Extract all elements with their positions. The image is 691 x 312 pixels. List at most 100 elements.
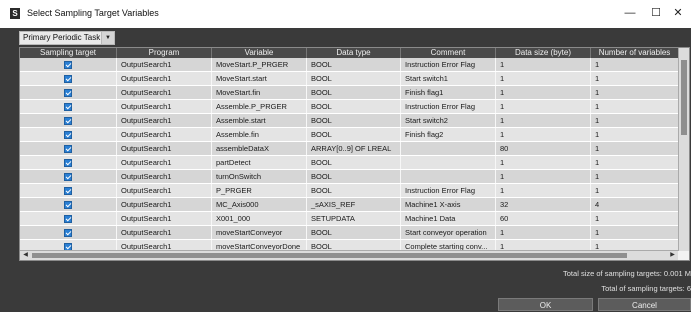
table-row[interactable]: OutputSearch1 MC_Axis000 _sAXIS_REF Machine… xyxy=(20,198,678,212)
sampling-target-checkbox[interactable] xyxy=(64,173,72,181)
cell-variable[interactable]: X001_000 xyxy=(211,212,306,225)
sampling-target-checkbox[interactable] xyxy=(64,61,72,69)
cancel-button[interactable]: Cancel xyxy=(598,298,691,311)
cell-program[interactable]: OutputSearch1 xyxy=(116,142,211,155)
cell-comment[interactable]: Finish flag2 xyxy=(400,128,495,141)
table-row[interactable]: OutputSearch1 X001_000 SETUPDATA Machine1 D… xyxy=(20,212,678,226)
cell-number-of-variables[interactable]: 1 xyxy=(590,184,678,197)
table-row[interactable]: OutputSearch1 turnOnSwitch BOOL 1 1 xyxy=(20,170,678,184)
cell-variable[interactable]: MoveStart.P_PRGER xyxy=(211,58,306,71)
cell-number-of-variables[interactable]: 1 xyxy=(590,72,678,85)
chevron-down-icon[interactable]: ▼ xyxy=(101,32,114,44)
cell-program[interactable]: OutputSearch1 xyxy=(116,170,211,183)
vertical-scroll-thumb[interactable] xyxy=(681,60,687,135)
cell-variable[interactable]: MoveStart.fin xyxy=(211,86,306,99)
sampling-target-checkbox[interactable] xyxy=(64,131,72,139)
cell-number-of-variables[interactable]: 1 xyxy=(590,142,678,155)
cell-variable[interactable]: partDetect xyxy=(211,156,306,169)
cell-comment[interactable]: Instruction Error Flag xyxy=(400,100,495,113)
cell-variable[interactable]: turnOnSwitch xyxy=(211,170,306,183)
cell-comment[interactable]: Instruction Error Flag xyxy=(400,58,495,71)
table-row[interactable]: OutputSearch1 moveStartConveyor BOOL Start … xyxy=(20,226,678,240)
sampling-target-checkbox[interactable] xyxy=(64,187,72,195)
header-col-sampling-target[interactable]: Sampling target xyxy=(20,48,116,58)
header-col-program[interactable]: Program xyxy=(116,48,211,58)
table-row[interactable]: OutputSearch1 P_PRGER BOOL Instruction Erro… xyxy=(20,184,678,198)
table-row[interactable]: OutputSearch1 MoveStart.fin BOOL Finish fla… xyxy=(20,86,678,100)
cell-data-type[interactable]: BOOL xyxy=(306,156,400,169)
cell-data-size[interactable]: 1 xyxy=(495,184,590,197)
cell-data-type[interactable]: BOOL xyxy=(306,86,400,99)
cell-data-type[interactable]: BOOL xyxy=(306,58,400,71)
cell-variable[interactable]: moveStartConveyor xyxy=(211,226,306,239)
cell-program[interactable]: OutputSearch1 xyxy=(116,86,211,99)
table-row[interactable]: OutputSearch1 Assemble.fin BOOL Finish flag… xyxy=(20,128,678,142)
vertical-scrollbar[interactable] xyxy=(678,48,689,251)
table-row[interactable]: OutputSearch1 Assemble.P_PRGER BOOL Instruc… xyxy=(20,100,678,114)
sampling-target-checkbox[interactable] xyxy=(64,159,72,167)
cell-number-of-variables[interactable]: 4 xyxy=(590,198,678,211)
table-row[interactable]: OutputSearch1 assembleDataX ARRAY[0..9] OF… xyxy=(20,142,678,156)
cell-data-size[interactable]: 1 xyxy=(495,156,590,169)
cell-data-type[interactable]: SETUPDATA xyxy=(306,212,400,225)
cell-data-size[interactable]: 1 xyxy=(495,128,590,141)
cell-number-of-variables[interactable]: 1 xyxy=(590,128,678,141)
ok-button[interactable]: OK xyxy=(498,298,593,311)
scroll-left-icon[interactable]: ◀ xyxy=(21,251,30,260)
cell-variable[interactable]: MoveStart.start xyxy=(211,72,306,85)
sampling-target-checkbox[interactable] xyxy=(64,75,72,83)
sampling-target-checkbox[interactable] xyxy=(64,145,72,153)
cell-data-type[interactable]: BOOL xyxy=(306,184,400,197)
header-col-number-of-variables[interactable]: Number of variables xyxy=(590,48,678,58)
cell-number-of-variables[interactable]: 1 xyxy=(590,226,678,239)
cell-data-type[interactable]: BOOL xyxy=(306,114,400,127)
cell-number-of-variables[interactable]: 1 xyxy=(590,86,678,99)
cell-data-type[interactable]: BOOL xyxy=(306,72,400,85)
close-button[interactable]: ✕ xyxy=(665,4,691,22)
cell-data-size[interactable]: 1 xyxy=(495,58,590,71)
header-col-variable[interactable]: Variable xyxy=(211,48,306,58)
cell-comment[interactable]: Machine1 X-axis xyxy=(400,198,495,211)
cell-data-type[interactable]: BOOL xyxy=(306,128,400,141)
cell-variable[interactable]: assembleDataX xyxy=(211,142,306,155)
table-row[interactable]: OutputSearch1 MoveStart.start BOOL Start sw… xyxy=(20,72,678,86)
cell-data-type[interactable]: BOOL xyxy=(306,170,400,183)
cell-program[interactable]: OutputSearch1 xyxy=(116,212,211,225)
cell-comment[interactable]: Machine1 Data xyxy=(400,212,495,225)
cell-number-of-variables[interactable]: 1 xyxy=(590,212,678,225)
cell-program[interactable]: OutputSearch1 xyxy=(116,58,211,71)
minimize-button[interactable]: — xyxy=(617,4,643,22)
table-row[interactable]: OutputSearch1 Assemble.start BOOL Start swi… xyxy=(20,114,678,128)
sampling-target-checkbox[interactable] xyxy=(64,229,72,237)
cell-variable[interactable]: Assemble.fin xyxy=(211,128,306,141)
cell-comment[interactable]: Start switch2 xyxy=(400,114,495,127)
cell-comment[interactable] xyxy=(400,170,495,183)
cell-data-size[interactable]: 1 xyxy=(495,86,590,99)
cell-variable[interactable]: Assemble.P_PRGER xyxy=(211,100,306,113)
cell-data-size[interactable]: 60 xyxy=(495,212,590,225)
task-selector[interactable]: Primary Periodic Task ▼ xyxy=(19,31,115,45)
cell-data-size[interactable]: 1 xyxy=(495,226,590,239)
sampling-target-checkbox[interactable] xyxy=(64,201,72,209)
cell-data-size[interactable]: 1 xyxy=(495,100,590,113)
table-row[interactable]: OutputSearch1 partDetect BOOL 1 1 xyxy=(20,156,678,170)
cell-data-type[interactable]: BOOL xyxy=(306,100,400,113)
sampling-target-checkbox[interactable] xyxy=(64,117,72,125)
cell-program[interactable]: OutputSearch1 xyxy=(116,114,211,127)
cell-comment[interactable]: Start switch1 xyxy=(400,72,495,85)
header-col-comment[interactable]: Comment xyxy=(400,48,495,58)
cell-data-type[interactable]: ARRAY[0..9] OF LREAL xyxy=(306,142,400,155)
cell-program[interactable]: OutputSearch1 xyxy=(116,226,211,239)
sampling-target-checkbox[interactable] xyxy=(64,89,72,97)
cell-data-size[interactable]: 32 xyxy=(495,198,590,211)
cell-program[interactable]: OutputSearch1 xyxy=(116,184,211,197)
cell-number-of-variables[interactable]: 1 xyxy=(590,100,678,113)
table-row[interactable]: OutputSearch1 MoveStart.P_PRGER BOOL Instru… xyxy=(20,58,678,72)
cell-program[interactable]: OutputSearch1 xyxy=(116,72,211,85)
cell-data-size[interactable]: 1 xyxy=(495,114,590,127)
cell-program[interactable]: OutputSearch1 xyxy=(116,156,211,169)
cell-program[interactable]: OutputSearch1 xyxy=(116,198,211,211)
cell-data-size[interactable]: 1 xyxy=(495,170,590,183)
sampling-target-checkbox[interactable] xyxy=(64,215,72,223)
cell-comment[interactable]: Finish flag1 xyxy=(400,86,495,99)
